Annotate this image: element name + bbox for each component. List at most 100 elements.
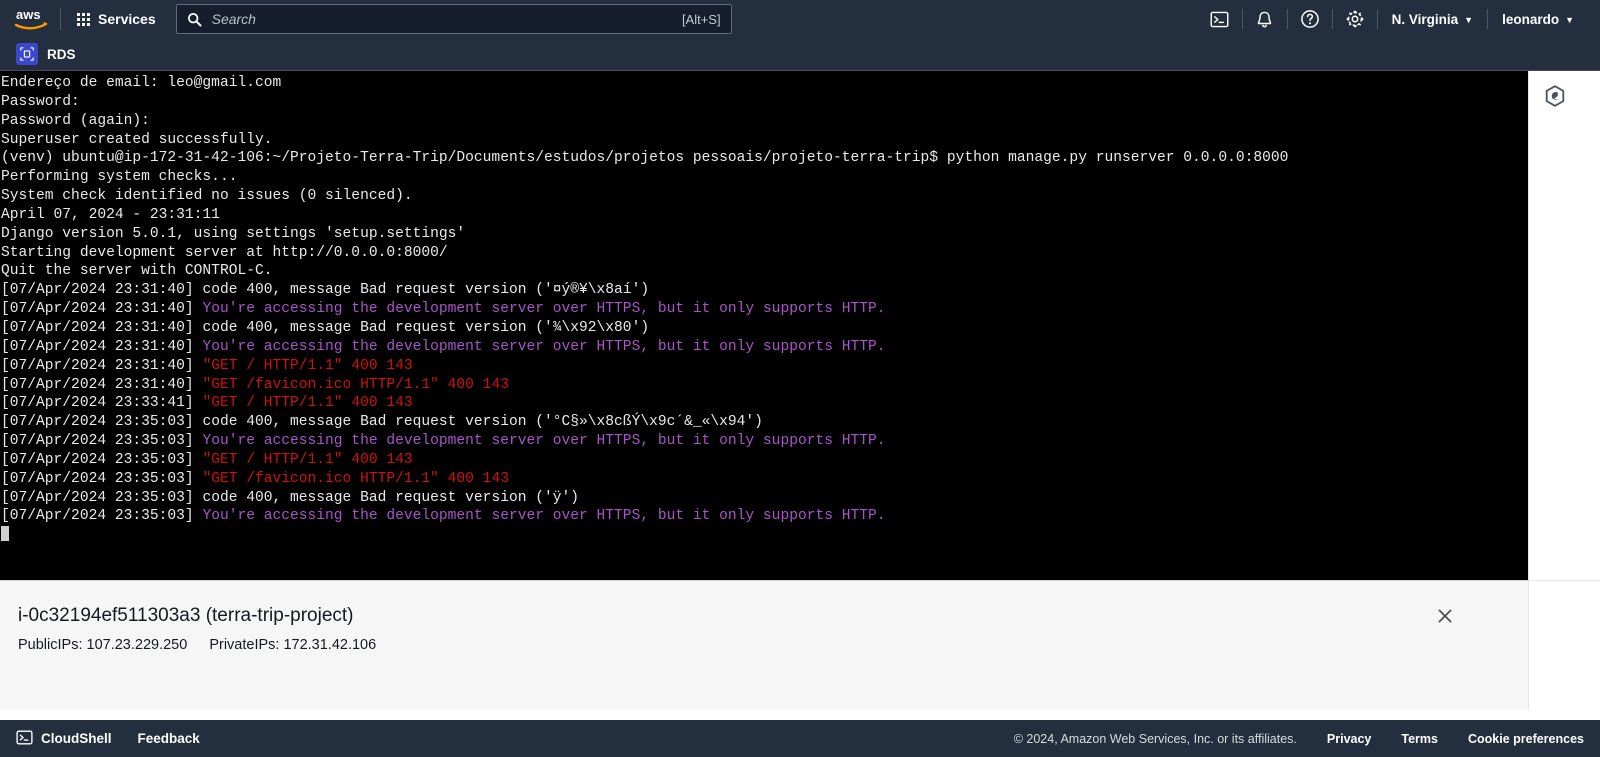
terminal-text: [07/Apr/2024 23:33:41] [1, 395, 203, 412]
terminal-text: [07/Apr/2024 23:31:40] [1, 357, 203, 374]
terminal-line: [07/Apr/2024 23:35:03] "GET /favicon.ico… [1, 470, 1528, 489]
region-label: N. Virginia [1391, 11, 1459, 27]
terminal-text: You're accessing the development server … [202, 301, 886, 318]
private-ips-label: PrivateIPs: [209, 637, 280, 653]
search-input[interactable] [211, 11, 682, 27]
terminal-line: [07/Apr/2024 23:35:03] code 400, message… [1, 489, 1528, 508]
topnav-right-cluster: N. Virginia ▼ leonardo ▼ [1198, 0, 1588, 38]
terminal-text: System check identified no issues (0 sil… [1, 188, 413, 205]
cloudshell-icon [16, 729, 33, 749]
rds-icon [16, 43, 38, 65]
info-panel-right-rail [1528, 580, 1600, 710]
terminal-text: [07/Apr/2024 23:35:03] [1, 489, 203, 506]
terminal-line: [07/Apr/2024 23:31:40] "GET /favicon.ico… [1, 376, 1528, 395]
terminal-line: Quit the server with CONTROL-C. [1, 262, 1528, 281]
terminal-text: Superuser created successfully. [1, 131, 273, 148]
terminal-line: Password (again): [1, 112, 1528, 131]
footer-left-group: CloudShell Feedback [16, 729, 200, 749]
terminal-text: [07/Apr/2024 23:31:40] [1, 282, 203, 299]
cloudshell-terminal[interactable]: Endereço de email: leo@gmail.com Password… [0, 71, 1528, 580]
footer-link-cookie-preferences[interactable]: Cookie preferences [1468, 732, 1584, 746]
aws-tools-hex-icon[interactable] [1541, 82, 1569, 110]
terminal-line: Password: [1, 93, 1528, 112]
terminal-line: [07/Apr/2024 23:31:40] code 400, message… [1, 281, 1528, 300]
close-icon[interactable] [1432, 603, 1458, 629]
terminal-text: Quit the server with CONTROL-C. [1, 263, 273, 280]
terminal-text: "GET / HTTP/1.1" 400 143 [202, 357, 413, 374]
terminal-line: System check identified no issues (0 sil… [1, 187, 1528, 206]
grid-icon [77, 12, 90, 26]
terminal-line: [07/Apr/2024 23:33:41] "GET / HTTP/1.1" … [1, 394, 1528, 413]
aws-top-navigation: aws Services [Alt+S] [0, 0, 1600, 38]
terminal-text: code 400, message Bad request version ('… [202, 414, 763, 431]
terminal-text: "GET / HTTP/1.1" 400 143 [202, 451, 413, 468]
chevron-down-icon: ▼ [1565, 15, 1574, 25]
terminal-text: "GET /favicon.ico HTTP/1.1" 400 143 [202, 470, 509, 487]
terminal-text: (venv) ubuntu@ip-172-31-42-106:~/Projeto… [1, 150, 1289, 167]
terminal-line: [07/Apr/2024 23:31:40] You're accessing … [1, 338, 1528, 357]
terminal-text: [07/Apr/2024 23:31:40] [1, 319, 203, 336]
aws-footer: CloudShell Feedback © 2024, Amazon Web S… [0, 720, 1600, 757]
instance-info-panel: i-0c32194ef511303a3 (terra-trip-project)… [0, 580, 1528, 710]
terminal-text: Password: [1, 93, 80, 110]
footer-feedback-link[interactable]: Feedback [138, 731, 200, 746]
terminal-text: Password (again): [1, 112, 150, 129]
terminal-text: [07/Apr/2024 23:35:03] [1, 470, 203, 487]
tools-rail-panel [1528, 71, 1600, 580]
terminal-line: (venv) ubuntu@ip-172-31-42-106:~/Projeto… [1, 149, 1528, 168]
terminal-line: [07/Apr/2024 23:35:03] You're accessing … [1, 507, 1528, 526]
terminal-text: code 400, message Bad request version ('… [202, 282, 650, 299]
chevron-down-icon: ▼ [1464, 15, 1474, 25]
terminal-text: Endereço de email: leo@gmail.com [1, 75, 282, 91]
terminal-line: [07/Apr/2024 23:31:40] "GET / HTTP/1.1" … [1, 357, 1528, 376]
settings-icon[interactable] [1333, 0, 1377, 38]
terminal-line: Starting development server at http://0.… [1, 244, 1528, 263]
footer-link-privacy[interactable]: Privacy [1327, 732, 1371, 746]
services-label: Services [98, 11, 156, 27]
footer-right-group: © 2024, Amazon Web Services, Inc. or its… [1014, 732, 1584, 746]
terminal-text: Django version 5.0.1, using settings 'se… [1, 225, 466, 242]
global-search-box[interactable]: [Alt+S] [175, 4, 732, 34]
public-ips-group: PublicIPs: 107.23.229.250 [18, 637, 187, 653]
breadcrumb-item-rds[interactable]: RDS [16, 43, 76, 65]
footer-cloudshell-button[interactable]: CloudShell [16, 729, 112, 749]
cloudshell-label: CloudShell [41, 731, 112, 746]
terminal-text: [07/Apr/2024 23:31:40] [1, 376, 203, 393]
account-label: leonardo [1502, 11, 1560, 27]
terminal-line: Superuser created successfully. [1, 131, 1528, 150]
terminal-text: [07/Apr/2024 23:35:03] [1, 508, 203, 525]
terminal-text: code 400, message Bad request version ('… [202, 319, 650, 336]
terminal-text: You're accessing the development server … [202, 508, 886, 525]
terminal-line: [07/Apr/2024 23:31:40] You're accessing … [1, 300, 1528, 319]
terminal-line: Endereço de email: leo@gmail.com [1, 74, 1528, 93]
public-ips-value: 107.23.229.250 [86, 637, 188, 653]
instance-title: i-0c32194ef511303a3 (terra-trip-project) [18, 605, 354, 626]
private-ips-value: 172.31.42.106 [283, 637, 377, 653]
help-icon[interactable] [1288, 0, 1332, 38]
terminal-text: [07/Apr/2024 23:35:03] [1, 451, 203, 468]
terminal-text: [07/Apr/2024 23:35:03] [1, 433, 203, 450]
terminal-text: "GET /favicon.ico HTTP/1.1" 400 143 [202, 376, 509, 393]
cloudshell-icon[interactable] [1198, 0, 1242, 38]
terminal-text: Starting development server at http://0.… [1, 244, 448, 261]
footer-link-terms[interactable]: Terms [1401, 732, 1438, 746]
terminal-text: [07/Apr/2024 23:31:40] [1, 338, 203, 355]
region-selector[interactable]: N. Virginia ▼ [1378, 0, 1487, 38]
terminal-text: You're accessing the development server … [202, 338, 886, 355]
terminal-line [1, 526, 1528, 546]
terminal-text: [07/Apr/2024 23:31:40] [1, 301, 203, 318]
services-menu-button[interactable]: Services [69, 4, 164, 34]
rds-label: RDS [47, 46, 76, 62]
private-ips-group: PrivateIPs: 172.31.42.106 [209, 637, 376, 653]
account-menu[interactable]: leonardo ▼ [1488, 0, 1588, 38]
bell-icon[interactable] [1243, 0, 1287, 38]
aws-logo[interactable]: aws [14, 6, 48, 32]
footer-copyright: © 2024, Amazon Web Services, Inc. or its… [1013, 731, 1297, 746]
terminal-line: [07/Apr/2024 23:35:03] code 400, message… [1, 413, 1528, 432]
instance-ip-row: PublicIPs: 107.23.229.250 PrivateIPs: 17… [18, 637, 376, 653]
terminal-line: [07/Apr/2024 23:31:40] code 400, message… [1, 319, 1528, 338]
topnav-divider [60, 8, 61, 30]
search-shortcut-hint: [Alt+S] [681, 11, 721, 27]
terminal-text: You're accessing the development server … [202, 433, 886, 450]
terminal-text: code 400, message Bad request version ('… [202, 489, 580, 506]
